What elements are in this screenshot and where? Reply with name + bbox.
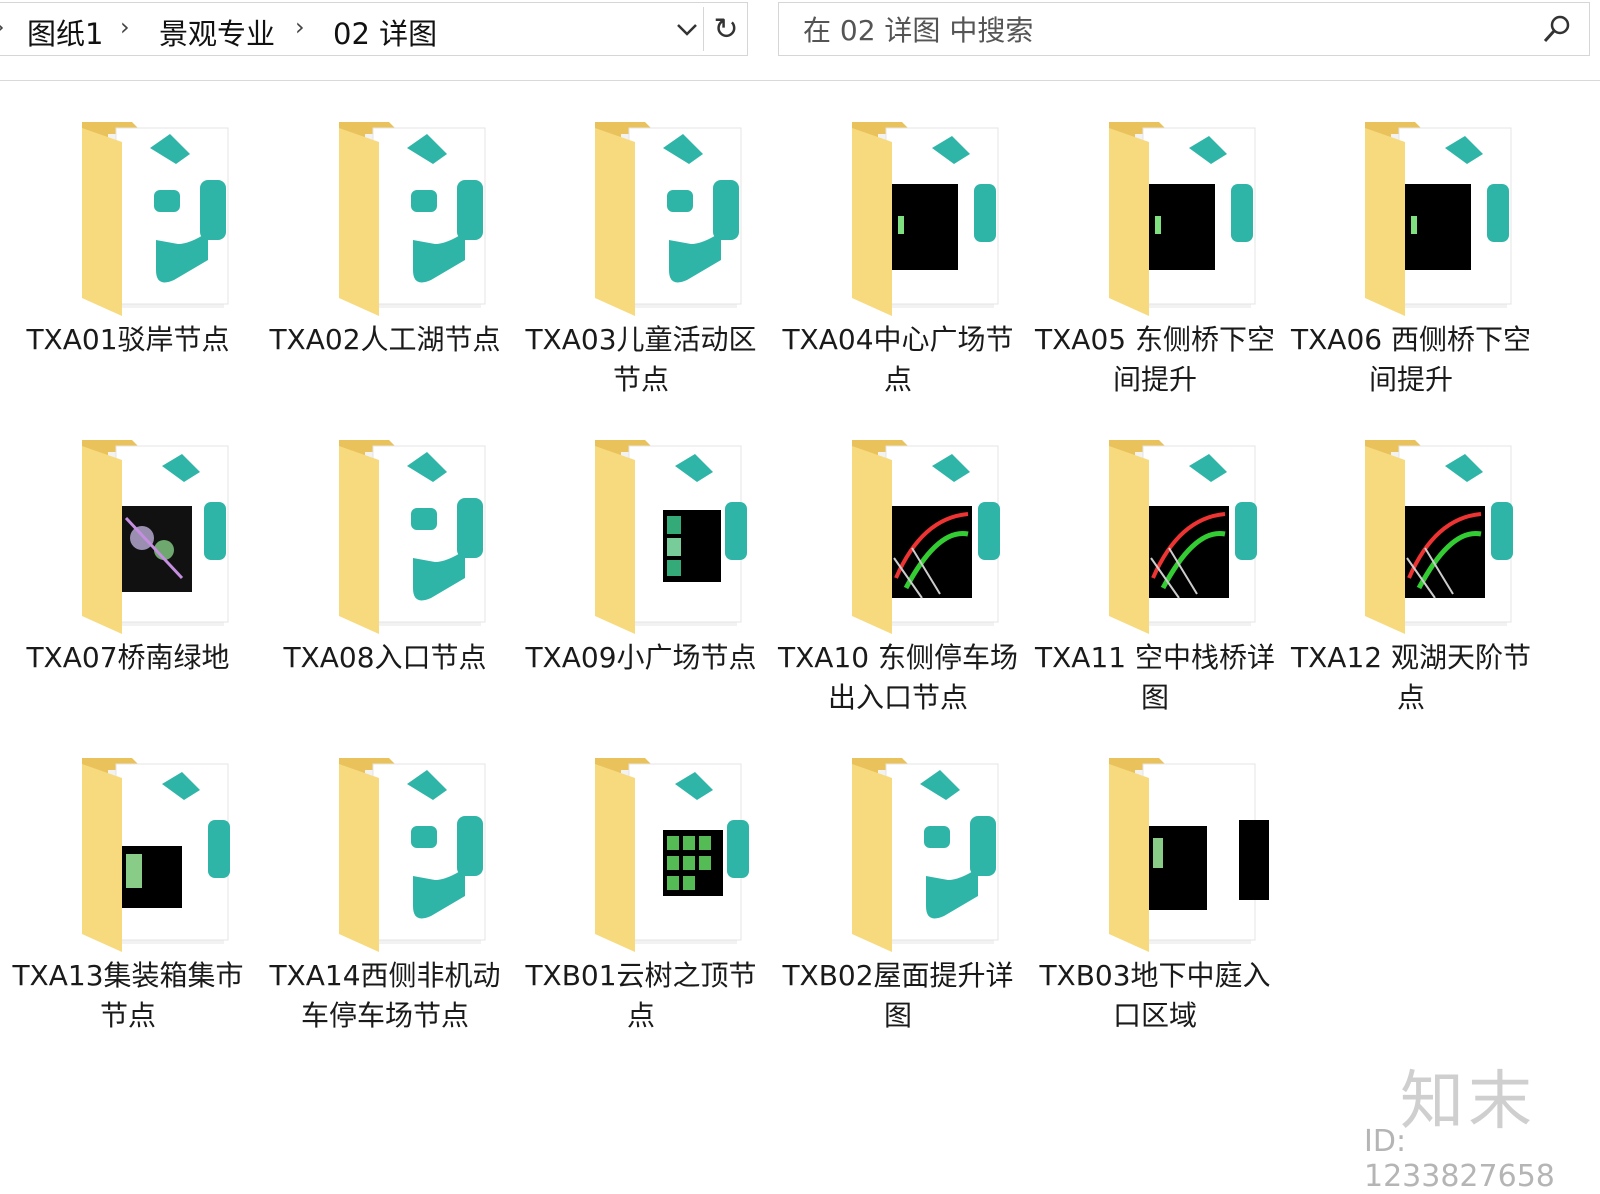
folder-item[interactable]: TXA11 空中栈桥详图 xyxy=(1027,398,1283,714)
folder-item[interactable]: TXA01驳岸节点 xyxy=(0,80,256,390)
folder-label: TXA01驳岸节点 xyxy=(26,323,230,356)
folder-icon xyxy=(82,440,229,634)
folder-item[interactable]: TXA03儿童活动区节点 xyxy=(513,80,769,396)
folder-icon xyxy=(339,440,486,634)
refresh-button[interactable]: ↻ xyxy=(703,7,748,51)
folder-item[interactable]: TXA12 观湖天阶节点 xyxy=(1283,398,1539,714)
folder-label: TXA07桥南绿地 xyxy=(26,641,230,674)
breadcrumb-separator: › xyxy=(0,13,5,41)
folder-item[interactable]: TXB01云树之顶节点 xyxy=(513,716,769,1032)
folder-label: TXB03地下中庭入口区域 xyxy=(1039,959,1271,1032)
folder-icon xyxy=(595,758,749,952)
folder-item[interactable]: TXA13集装箱集市节点 xyxy=(0,716,256,1032)
folder-label: TXA11 空中栈桥详图 xyxy=(1035,641,1275,714)
refresh-icon: ↻ xyxy=(713,11,739,47)
folder-label: TXA02人工湖节点 xyxy=(269,323,501,356)
watermark-id: ID: 1233827658 xyxy=(1364,1124,1555,1194)
search-input[interactable] xyxy=(801,9,1505,51)
folder-label: TXA13集装箱集市节点 xyxy=(12,959,244,1032)
folder-item[interactable]: TXA10 东侧停车场出入口节点 xyxy=(770,398,1026,714)
folder-label: TXA05 东侧桥下空间提升 xyxy=(1035,323,1275,396)
folder-icon xyxy=(595,122,742,316)
search-icon[interactable] xyxy=(1541,13,1573,45)
folder-icon xyxy=(1365,122,1512,316)
chevron-down-icon[interactable] xyxy=(673,15,701,43)
folder-icon xyxy=(852,122,999,316)
folder-label: TXA09小广场节点 xyxy=(525,641,757,674)
folder-grid: TXA01驳岸节点 TXA02人工湖节点 TXA03儿童活动区节点 TXA04中心广场… xyxy=(0,80,1600,1182)
folder-icon xyxy=(82,122,229,316)
folder-label: TXA12 观湖天阶节点 xyxy=(1291,641,1531,714)
folder-icon xyxy=(1109,122,1256,316)
folder-label: TXA08入口节点 xyxy=(283,641,487,674)
folder-item[interactable]: TXA04中心广场节点 xyxy=(770,80,1026,396)
folder-icon xyxy=(1109,440,1257,634)
folder-label: TXB01云树之顶节点 xyxy=(525,959,757,1032)
folder-item[interactable]: TXA05 东侧桥下空间提升 xyxy=(1027,80,1283,396)
folder-item[interactable]: TXB03地下中庭入口区域 xyxy=(1027,716,1283,1032)
folder-label: TXA06 西侧桥下空间提升 xyxy=(1291,323,1531,396)
folder-item[interactable]: TXB02屋面提升详图 xyxy=(770,716,1026,1032)
breadcrumb-item-current[interactable]: 02 详图 xyxy=(333,11,437,53)
breadcrumb-separator[interactable]: › xyxy=(120,13,130,41)
breadcrumb-item-root[interactable]: 图纸1 xyxy=(27,11,103,53)
address-bar[interactable]: › 图纸1 › 景观专业 › 02 详图 ↻ xyxy=(0,2,748,56)
folder-label: TXB02屋面提升详图 xyxy=(782,959,1014,1032)
folder-item[interactable]: TXA08入口节点 xyxy=(257,398,513,708)
folder-label: TXA10 东侧停车场出入口节点 xyxy=(778,641,1018,714)
folder-icon xyxy=(339,122,486,316)
folder-item[interactable]: TXA07桥南绿地 xyxy=(0,398,256,708)
breadcrumb-separator[interactable]: › xyxy=(295,13,305,41)
folder-icon xyxy=(82,758,230,952)
folder-item[interactable]: TXA14西侧非机动车停车场节点 xyxy=(257,716,513,1032)
folder-icon xyxy=(852,758,999,952)
folder-item[interactable]: TXA09小广场节点 xyxy=(513,398,769,708)
folder-icon xyxy=(1109,758,1269,952)
address-toolbar: › 图纸1 › 景观专业 › 02 详图 ↻ xyxy=(0,0,1600,81)
folder-label: TXA03儿童活动区节点 xyxy=(525,323,757,396)
breadcrumb-item-landscape[interactable]: 景观专业 xyxy=(159,11,275,53)
folder-item[interactable]: TXA02人工湖节点 xyxy=(257,80,513,390)
folder-icon xyxy=(1365,440,1513,634)
folder-label: TXA14西侧非机动车停车场节点 xyxy=(269,959,501,1032)
folder-icon xyxy=(339,758,486,952)
folder-item[interactable]: TXA06 西侧桥下空间提升 xyxy=(1283,80,1539,396)
folder-icon xyxy=(595,440,747,634)
search-box[interactable] xyxy=(778,2,1590,56)
folder-icon xyxy=(852,440,1000,634)
folder-label: TXA04中心广场节点 xyxy=(782,323,1014,396)
